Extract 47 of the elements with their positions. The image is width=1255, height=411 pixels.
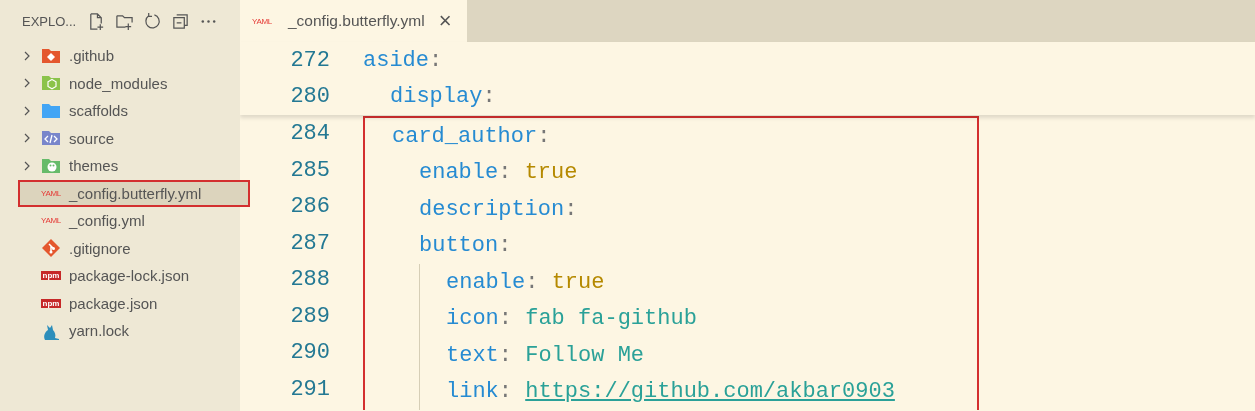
collapse-all-icon[interactable] (171, 11, 191, 31)
file-tree-item[interactable]: scaffolds (0, 97, 240, 125)
file-tree-item[interactable]: YAML _config.butterfly.yml (18, 179, 250, 207)
code-line: description: (419, 196, 578, 222)
code-line: button: (419, 233, 512, 259)
chevron-right-icon[interactable] (22, 105, 32, 116)
explorer-title: EXPLO... (22, 13, 77, 29)
chevron-right-icon[interactable] (22, 50, 32, 61)
refresh-icon[interactable] (143, 11, 163, 31)
code-line: display: (390, 84, 496, 110)
file-tree-item[interactable]: yarn.lock (0, 317, 240, 345)
file-tree-item[interactable]: themes (0, 152, 240, 180)
line-number: 290 (289, 339, 330, 367)
file-tree-item[interactable]: node_modules (0, 69, 240, 97)
file-tree-item[interactable]: .gitignore (0, 234, 240, 262)
code-line: aside: (363, 47, 443, 73)
code-line: text: Follow Me (446, 342, 645, 368)
file-type-icon: npm (41, 298, 61, 308)
code-line: icon: fab fa-github (446, 306, 697, 332)
close-icon[interactable]: × (438, 8, 452, 34)
file-tree-item[interactable]: npm package-lock.json (0, 262, 240, 290)
file-type-icon: YAML (252, 16, 272, 26)
line-number: 286 (289, 193, 330, 221)
editor-tab[interactable]: YAML _config.butterfly.yml × (240, 0, 467, 42)
line-number: 285 (289, 156, 330, 185)
git-icon (41, 238, 61, 259)
code-line: enable: true (446, 269, 605, 295)
chevron-right-icon[interactable] (22, 160, 32, 171)
line-number: 287 (289, 229, 330, 258)
chevron-right-icon[interactable] (22, 133, 32, 144)
line-number: 289 (289, 302, 330, 331)
file-type-icon: npm (41, 271, 61, 281)
code-line: link: https://github.com/akbar0903 (446, 379, 895, 405)
file-tree-item[interactable]: source (0, 124, 240, 152)
file-type-icon: YAML (41, 188, 61, 198)
line-number: 291 (289, 375, 330, 404)
file-tree-item[interactable]: .github (0, 42, 240, 70)
line-number: 280 (289, 84, 330, 110)
file-tree-item[interactable]: npm package.json (0, 289, 240, 317)
line-number: 272 (289, 47, 330, 73)
chevron-right-icon[interactable] (22, 78, 32, 89)
file-tree-item[interactable]: YAML _config.yml (0, 207, 240, 235)
line-number: 284 (289, 120, 330, 148)
file-type-icon: YAML (41, 216, 61, 226)
line-number: 288 (289, 266, 330, 294)
code-line: enable: true (419, 160, 578, 186)
code-line: card_author: (392, 123, 551, 149)
